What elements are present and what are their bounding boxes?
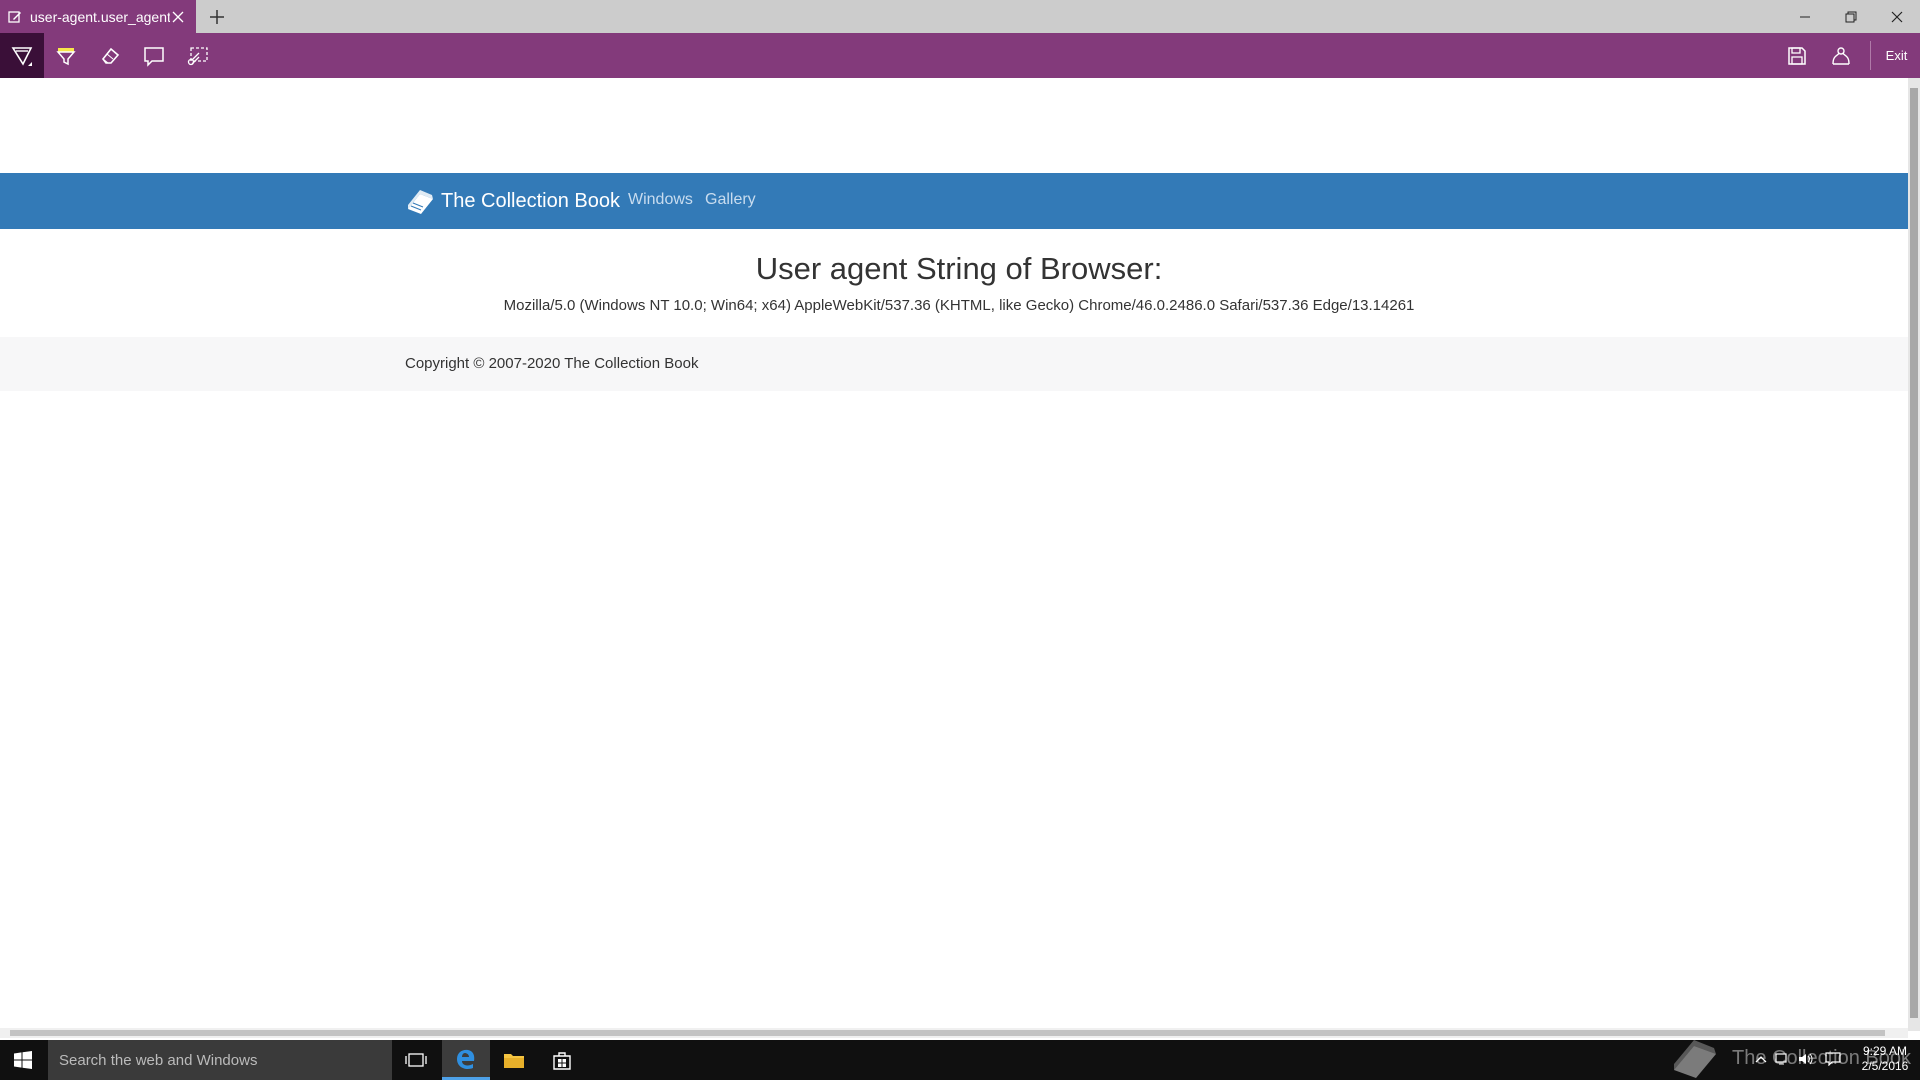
web-note-toolbar: Exit <box>0 33 1920 78</box>
user-agent-string: Mozilla/5.0 (Windows NT 10.0; Win64; x64… <box>503 297 1415 314</box>
taskbar-clock[interactable]: 9:29 AM 2/5/2016 <box>1856 1044 1914 1074</box>
notification-icon <box>1825 1052 1841 1066</box>
eraser-icon <box>101 47 120 64</box>
web-page: The Collection Book Windows Gallery User… <box>0 78 1908 1031</box>
chevron-up-icon <box>1755 1056 1767 1063</box>
minimize-button[interactable] <box>1782 0 1828 33</box>
vertical-scrollbar[interactable] <box>1908 78 1920 1031</box>
exit-button[interactable]: Exit <box>1873 33 1920 78</box>
close-icon <box>1891 11 1903 22</box>
folder-icon <box>504 1054 524 1068</box>
vertical-scroll-thumb[interactable] <box>1910 88 1918 1018</box>
nav-link-gallery[interactable]: Gallery <box>705 191 756 209</box>
new-tab-icon[interactable] <box>206 6 228 28</box>
horizontal-scrollbar[interactable] <box>0 1028 1908 1038</box>
volume-tray-button[interactable] <box>1797 1048 1815 1070</box>
speaker-icon <box>1799 1053 1813 1065</box>
store-bag-icon <box>553 1052 571 1070</box>
share-icon <box>1832 46 1850 65</box>
taskbar-file-explorer[interactable] <box>490 1040 538 1080</box>
book-icon <box>408 190 433 214</box>
browser-tab[interactable]: user-agent.user_agent - <box>0 0 196 33</box>
tab-bar: user-agent.user_agent - <box>0 0 1920 33</box>
close-window-button[interactable] <box>1874 0 1920 33</box>
clip-icon <box>187 46 208 65</box>
toolbar-divider <box>1870 41 1871 70</box>
network-icon <box>1775 1053 1787 1065</box>
comment-tool-button[interactable] <box>132 33 176 78</box>
share-note-button[interactable] <box>1819 33 1863 78</box>
network-tray-button[interactable] <box>1774 1048 1792 1070</box>
action-center-button[interactable] <box>1824 1048 1842 1070</box>
highlighter-icon <box>56 47 76 65</box>
show-hidden-icons-button[interactable] <box>1752 1048 1770 1070</box>
taskbar-store[interactable] <box>538 1040 586 1080</box>
windows-logo-icon <box>14 1051 32 1069</box>
clock-time: 9:29 AM <box>1862 1044 1908 1058</box>
tab-title: user-agent.user_agent - <box>30 8 170 25</box>
nav-link-windows[interactable]: Windows <box>628 191 693 209</box>
watermark-book-icon <box>1674 1040 1716 1078</box>
save-icon <box>1788 46 1806 65</box>
site-footer: Copyright © 2007-2020 The Collection Boo… <box>0 337 1908 391</box>
restore-icon <box>1845 11 1857 22</box>
edge-browser-icon <box>457 1049 475 1069</box>
site-brand-link[interactable]: The Collection Book <box>405 173 620 229</box>
taskbar-edge[interactable] <box>442 1040 490 1080</box>
note-edit-icon <box>8 10 21 23</box>
start-button[interactable] <box>0 1040 46 1080</box>
restore-button[interactable] <box>1828 0 1874 33</box>
clip-tool-button[interactable] <box>176 33 220 78</box>
minimize-icon <box>1800 16 1810 17</box>
pen-tool-button[interactable] <box>0 33 44 78</box>
clock-date: 2/5/2016 <box>1861 1059 1909 1073</box>
page-headline: User agent String of Browser: <box>755 251 1163 286</box>
site-brand-text: The Collection Book <box>441 189 620 212</box>
taskbar-search-box[interactable]: Search the web and Windows <box>48 1040 392 1080</box>
task-view-icon <box>405 1053 427 1067</box>
comment-icon <box>144 46 164 67</box>
pen-icon <box>11 46 33 66</box>
horizontal-scroll-thumb[interactable] <box>10 1030 1885 1036</box>
site-navbar: The Collection Book Windows Gallery <box>0 173 1908 229</box>
highlighter-tool-button[interactable] <box>44 33 88 78</box>
save-note-button[interactable] <box>1775 33 1819 78</box>
windows-taskbar: Search the web and Windows <box>0 1040 1920 1080</box>
eraser-tool-button[interactable] <box>88 33 132 78</box>
close-tab-icon[interactable] <box>170 9 186 25</box>
task-view-button[interactable] <box>392 1040 440 1080</box>
copyright-text: Copyright © 2007-2020 The Collection Boo… <box>405 355 699 372</box>
